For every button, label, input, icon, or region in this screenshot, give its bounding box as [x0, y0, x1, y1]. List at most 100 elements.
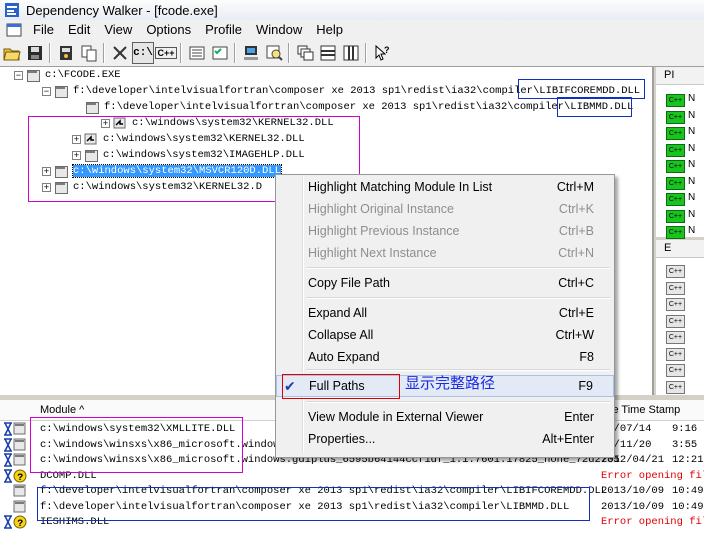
menu-profile[interactable]: Profile: [198, 20, 249, 40]
column-header[interactable]: E: [656, 240, 704, 258]
cpp-import-icon: C++: [666, 176, 685, 190]
menu-options[interactable]: Options: [139, 20, 198, 40]
expand-toggle[interactable]: +: [42, 166, 51, 176]
module-icon: [13, 500, 26, 512]
list-row[interactable]: ? IESHIMS.DLL Error opening fil: [0, 515, 704, 530]
menu-view[interactable]: View: [97, 20, 139, 40]
tile-horizontal-button[interactable]: [317, 42, 339, 64]
context-menu: Highlight Matching Module In List Ctrl+M H…: [275, 174, 615, 458]
menu-edit[interactable]: Edit: [61, 20, 97, 40]
document-icon[interactable]: [6, 23, 22, 37]
copy-icon: [81, 45, 97, 62]
import-cell[interactable]: N: [688, 225, 695, 236]
parent-imports-pane[interactable]: PI C++NC++NC++NC++NC++NC++NC++NC++NC++NC…: [656, 67, 704, 256]
import-cell[interactable]: N: [688, 176, 695, 187]
exports-pane[interactable]: E C++ C++ C++ C++ C++ C++ C++ C++: [656, 240, 704, 395]
menu-item-shortcut: Ctrl+N: [558, 246, 594, 260]
tree-node[interactable]: − f:\developer\intelvisualfortran\compos…: [42, 83, 640, 99]
forwarded-module-icon: [84, 133, 97, 144]
list-row[interactable]: ? DCOMP.DLL Error opening fil: [0, 468, 704, 484]
menu-bar: File Edit View Options Profile Window He…: [0, 20, 704, 40]
import-cell[interactable]: N: [688, 143, 695, 154]
print-button[interactable]: [55, 42, 77, 64]
context-help-button[interactable]: ?: [371, 42, 393, 64]
tree-node[interactable]: + c:\windows\system32\KERNEL32.D: [42, 179, 262, 195]
import-cell[interactable]: N: [688, 159, 695, 170]
collapse-toggle[interactable]: −: [42, 86, 51, 96]
expand-toggle[interactable]: +: [101, 118, 110, 128]
expand-toggle[interactable]: +: [72, 150, 81, 160]
full-paths-annotation: 显示完整路径: [405, 374, 496, 392]
menu-window[interactable]: Window: [249, 20, 309, 40]
full-paths-icon: [113, 46, 127, 60]
menu-item-shortcut: Alt+Enter: [542, 432, 594, 446]
properties-button[interactable]: [209, 42, 231, 64]
save-button[interactable]: [24, 42, 46, 64]
module-icon: [4, 453, 26, 467]
tile-vertical-button[interactable]: [340, 42, 362, 64]
ordinal-button[interactable]: [186, 42, 208, 64]
import-cell[interactable]: N: [688, 110, 695, 121]
menu-item-copy-file-path[interactable]: Copy File Path Ctrl+C: [276, 273, 614, 295]
expand-toggle[interactable]: +: [72, 134, 81, 144]
module-name-cell: DCOMP.DLL: [40, 469, 97, 482]
collapse-toggle[interactable]: −: [14, 70, 23, 80]
cascade-button[interactable]: [294, 42, 316, 64]
tree-node[interactable]: + c:\windows\system32\KERNEL32.DLL: [101, 115, 334, 131]
tree-node-label: c:\FCODE.EXE: [45, 69, 121, 81]
toolbar-separator: [365, 43, 367, 63]
copy-button[interactable]: [78, 42, 100, 64]
menu-item-shortcut: Enter: [564, 410, 594, 424]
missing-module-icon: ?: [4, 515, 27, 529]
list-row[interactable]: f:\developer\intelvisualfortran\composer…: [0, 500, 704, 515]
list-row[interactable]: f:\developer\intelvisualfortran\composer…: [0, 484, 704, 499]
tree-node[interactable]: f:\developer\intelvisualfortran\composer…: [85, 99, 633, 115]
cpp-import-icon: C++: [666, 143, 685, 157]
import-cell[interactable]: N: [688, 209, 695, 220]
title-bar: Dependency Walker - [fcode.exe]: [0, 0, 704, 20]
menu-item-highlight-original-instance: Highlight Original Instance Ctrl+K: [276, 199, 614, 221]
column-header[interactable]: PI: [656, 67, 704, 85]
undecorate-cpp-label: C++: [155, 47, 177, 59]
module-name-cell: c:\windows\system32\XMLLITE.DLL: [40, 423, 236, 435]
module-icon: [4, 437, 26, 452]
menu-item-label: Highlight Matching Module In List: [308, 180, 493, 194]
column-header-timestamp[interactable]: le Time Stamp: [610, 404, 680, 416]
import-cell[interactable]: N: [688, 93, 695, 104]
open-button[interactable]: [1, 42, 23, 64]
menu-separator: [306, 267, 610, 269]
menu-item-view-module-in-external-viewer[interactable]: View Module in External Viewer Enter: [276, 407, 614, 429]
import-cell[interactable]: N: [688, 192, 695, 203]
tree-node[interactable]: − c:\FCODE.EXE: [14, 67, 121, 83]
svg-text:?: ?: [17, 473, 23, 483]
toolbar: c:\ C++ ?: [0, 40, 704, 67]
tree-node[interactable]: + c:\windows\system32\IMAGEHLP.DLL: [72, 147, 305, 163]
menu-item-collapse-all[interactable]: Collapse All Ctrl+W: [276, 325, 614, 347]
menu-item-auto-expand[interactable]: Auto Expand F8: [276, 347, 614, 369]
menu-file[interactable]: File: [26, 20, 61, 40]
menu-item-highlight-matching-module-in-list[interactable]: Highlight Matching Module In List Ctrl+M: [276, 177, 614, 199]
cpp-export-icon: C++: [666, 364, 685, 377]
external-viewer-button[interactable]: [263, 42, 285, 64]
menu-separator: [306, 297, 610, 299]
tree-node-label: c:\windows\system32\KERNEL32.D: [73, 181, 263, 193]
tree-node-label: f:\developer\intelvisualfortran\composer…: [73, 85, 641, 97]
module-icon: [13, 484, 26, 497]
import-cell[interactable]: N: [688, 126, 695, 137]
menu-item-properties[interactable]: Properties... Alt+Enter: [276, 429, 614, 451]
menu-item-label: Collapse All: [308, 328, 374, 342]
tree-node[interactable]: + c:\windows\system32\KERNEL32.DLL: [72, 131, 305, 147]
menu-help[interactable]: Help: [309, 20, 350, 40]
expand-toggle[interactable]: +: [42, 182, 51, 192]
file-time-cell: 10:49: [672, 500, 704, 513]
cpp-export-icon: C++: [666, 281, 685, 295]
system-info-button[interactable]: [240, 42, 262, 64]
svg-text:?: ?: [384, 45, 390, 55]
menu-item-shortcut: F8: [579, 350, 594, 364]
undecorate-cpp-button[interactable]: C++: [155, 42, 177, 64]
column-header-module[interactable]: Module ^: [40, 404, 84, 416]
full-paths-toggle[interactable]: c:\: [132, 42, 154, 64]
menu-item-expand-all[interactable]: Expand All Ctrl+E: [276, 303, 614, 325]
view-full-paths-button[interactable]: [109, 42, 131, 64]
tree-node-selected[interactable]: + c:\windows\system32\MSVCR120D.DLL: [42, 163, 282, 179]
